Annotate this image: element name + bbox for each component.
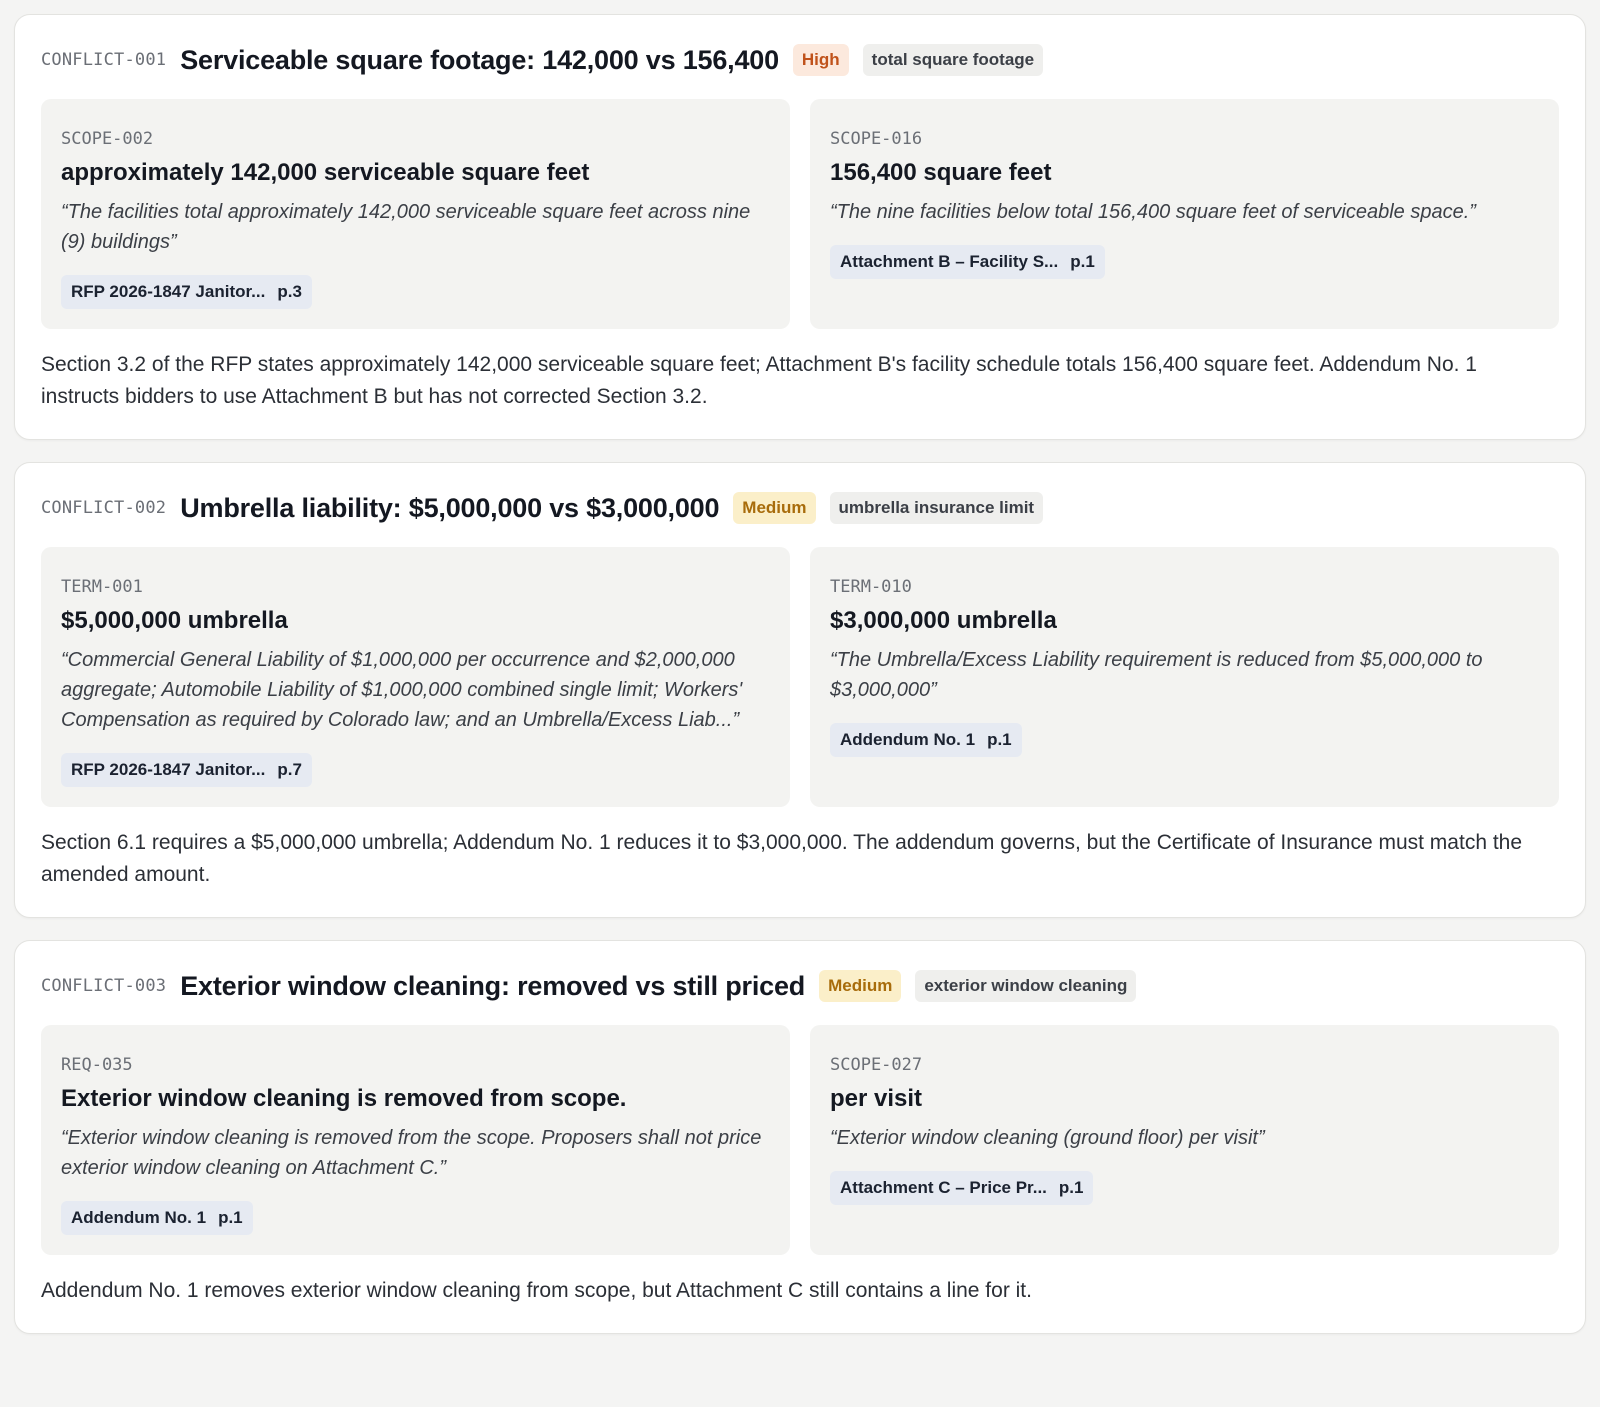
topic-tag: exterior window cleaning bbox=[915, 970, 1137, 1002]
source-id: TERM-010 bbox=[830, 577, 912, 597]
page-number: p.1 bbox=[218, 1208, 243, 1227]
document-name: Attachment C – Price Pr... bbox=[840, 1178, 1047, 1197]
severity-badge: Medium bbox=[733, 492, 816, 524]
conflict-header: CONFLICT-002 Umbrella liability: $5,000,… bbox=[41, 491, 1559, 525]
source-quote: “Commercial General Liability of $1,000,… bbox=[61, 649, 743, 731]
conflict-explanation: Addendum No. 1 removes exterior window c… bbox=[41, 1279, 1032, 1302]
page-number: p.1 bbox=[1070, 252, 1095, 271]
source-comparison: REQ-035 Exterior window cleaning is remo… bbox=[41, 1025, 1559, 1255]
document-name: RFP 2026-1847 Janitor... bbox=[71, 760, 266, 779]
conflict-title: Umbrella liability: $5,000,000 vs $3,000… bbox=[180, 492, 720, 523]
source-quote: “The Umbrella/Excess Liability requireme… bbox=[830, 649, 1483, 701]
source-card-right: TERM-010 $3,000,000 umbrella “The Umbrel… bbox=[810, 547, 1559, 807]
source-id: SCOPE-002 bbox=[61, 129, 154, 149]
source-comparison: SCOPE-002 approximately 142,000 servicea… bbox=[41, 99, 1559, 329]
conflict-id: CONFLICT-001 bbox=[41, 50, 167, 70]
conflict-explanation: Section 3.2 of the RFP states approximat… bbox=[41, 353, 1477, 408]
document-name: Attachment B – Facility S... bbox=[840, 252, 1059, 271]
document-reference-chip[interactable]: Attachment B – Facility S... p.1 bbox=[830, 245, 1105, 279]
source-value: $5,000,000 umbrella bbox=[61, 607, 288, 634]
source-card-left: REQ-035 Exterior window cleaning is remo… bbox=[41, 1025, 790, 1255]
document-reference-chip[interactable]: Addendum No. 1 p.1 bbox=[830, 723, 1022, 757]
page-number: p.7 bbox=[277, 760, 302, 779]
source-comparison: TERM-001 $5,000,000 umbrella “Commercial… bbox=[41, 547, 1559, 807]
page-number: p.1 bbox=[1058, 1178, 1084, 1197]
document-name: Addendum No. 1 bbox=[840, 730, 976, 749]
source-quote: “The facilities total approximately 142,… bbox=[61, 201, 751, 253]
source-value: approximately 142,000 serviceable square… bbox=[61, 159, 590, 186]
topic-tag: total square footage bbox=[862, 44, 1044, 76]
severity-badge: Medium bbox=[819, 970, 902, 1002]
source-value: 156,400 square feet bbox=[830, 159, 1052, 186]
source-value: per visit bbox=[830, 1085, 923, 1112]
page-number: p.3 bbox=[277, 282, 302, 301]
conflict-title: Serviceable square footage: 142,000 vs 1… bbox=[180, 44, 779, 75]
document-reference-chip[interactable]: RFP 2026-1847 Janitor... p.7 bbox=[61, 753, 312, 787]
severity-badge: High bbox=[792, 44, 849, 76]
source-id: REQ-035 bbox=[61, 1055, 133, 1075]
source-card-right: SCOPE-027 per visit “Exterior window cle… bbox=[810, 1025, 1559, 1255]
source-quote: “Exterior window cleaning (ground floor)… bbox=[830, 1127, 1265, 1149]
source-value: Exterior window cleaning is removed from… bbox=[61, 1085, 627, 1112]
conflict-header: CONFLICT-001 Serviceable square footage:… bbox=[41, 43, 1559, 77]
conflict-explanation: Section 6.1 requires a $5,000,000 umbrel… bbox=[41, 831, 1523, 886]
source-card-left: TERM-001 $5,000,000 umbrella “Commercial… bbox=[41, 547, 790, 807]
conflict-id: CONFLICT-002 bbox=[41, 498, 167, 518]
conflict-list: CONFLICT-001 Serviceable square footage:… bbox=[0, 0, 1600, 1334]
source-quote: “Exterior window cleaning is removed fro… bbox=[61, 1127, 762, 1179]
document-reference-chip[interactable]: RFP 2026-1847 Janitor... p.3 bbox=[61, 275, 312, 309]
conflict-card: CONFLICT-003 Exterior window cleaning: r… bbox=[14, 940, 1586, 1334]
source-card-right: SCOPE-016 156,400 square feet “The nine … bbox=[810, 99, 1559, 329]
page-number: p.1 bbox=[987, 730, 1012, 749]
source-quote: “The nine facilities below total 156,400… bbox=[830, 201, 1476, 223]
source-id: SCOPE-016 bbox=[830, 129, 923, 149]
source-card-left: SCOPE-002 approximately 142,000 servicea… bbox=[41, 99, 790, 329]
conflict-card: CONFLICT-002 Umbrella liability: $5,000,… bbox=[14, 462, 1586, 918]
conflict-card: CONFLICT-001 Serviceable square footage:… bbox=[14, 14, 1586, 440]
source-id: SCOPE-027 bbox=[830, 1055, 923, 1075]
source-value: $3,000,000 umbrella bbox=[830, 607, 1057, 634]
conflict-title: Exterior window cleaning: removed vs sti… bbox=[180, 970, 806, 1001]
conflict-id: CONFLICT-003 bbox=[41, 976, 167, 996]
topic-tag: umbrella insurance limit bbox=[829, 492, 1044, 524]
document-reference-chip[interactable]: Attachment C – Price Pr... p.1 bbox=[830, 1171, 1094, 1205]
document-name: RFP 2026-1847 Janitor... bbox=[71, 282, 266, 301]
source-id: TERM-001 bbox=[61, 577, 143, 597]
document-name: Addendum No. 1 bbox=[71, 1208, 207, 1227]
conflict-header: CONFLICT-003 Exterior window cleaning: r… bbox=[41, 969, 1559, 1003]
document-reference-chip[interactable]: Addendum No. 1 p.1 bbox=[61, 1201, 253, 1235]
